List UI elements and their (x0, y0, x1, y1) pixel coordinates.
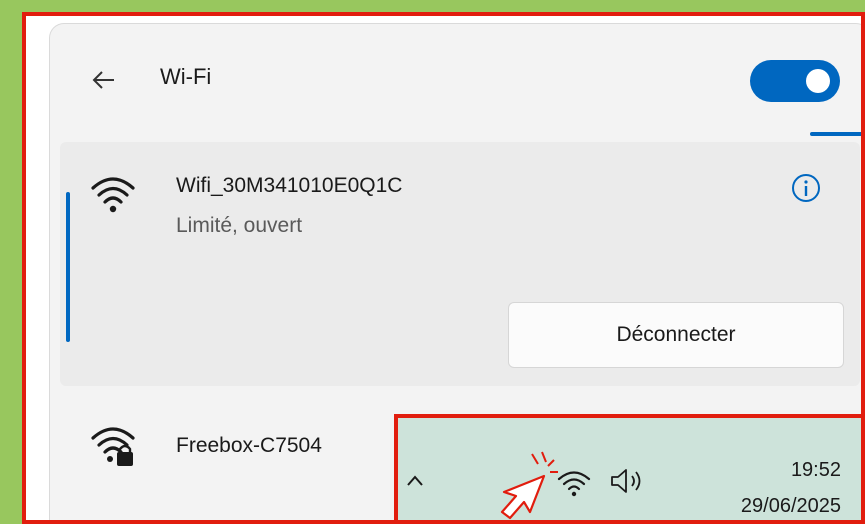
time: 19:52 (790, 459, 841, 481)
wifi-icon[interactable] (556, 468, 592, 498)
network-item-connected[interactable]: Wifi_30M341010E0Q1C Limité, ouvert Décon… (60, 142, 860, 386)
toggle-knob (806, 69, 830, 93)
network-name: Wifi_30M341010E0Q1C (176, 174, 403, 197)
page-title: Wi-Fi (160, 64, 212, 89)
info-icon[interactable] (790, 172, 822, 204)
selection-accent-bar (66, 192, 70, 342)
chevron-up-icon[interactable] (404, 470, 426, 492)
wifi-icon (91, 177, 135, 213)
back-arrow-icon[interactable] (90, 66, 118, 94)
taskbar-tray: 19:52 29/06/2025 (394, 414, 865, 524)
network-status: Limité, ouvert (176, 214, 303, 237)
clock[interactable]: 19:52 29/06/2025 (741, 452, 841, 524)
flyout-header: Wi-Fi (50, 24, 861, 144)
disconnect-button[interactable]: Déconnecter (508, 302, 844, 368)
wifi-toggle[interactable] (750, 60, 840, 102)
wifi-lock-icon (91, 427, 135, 466)
mouse-cursor-icon (500, 451, 558, 520)
network-name: Freebox-C7504 (176, 434, 322, 457)
scroll-indicator (810, 132, 861, 136)
date: 29/06/2025 (740, 495, 841, 517)
speaker-icon[interactable] (608, 466, 648, 496)
